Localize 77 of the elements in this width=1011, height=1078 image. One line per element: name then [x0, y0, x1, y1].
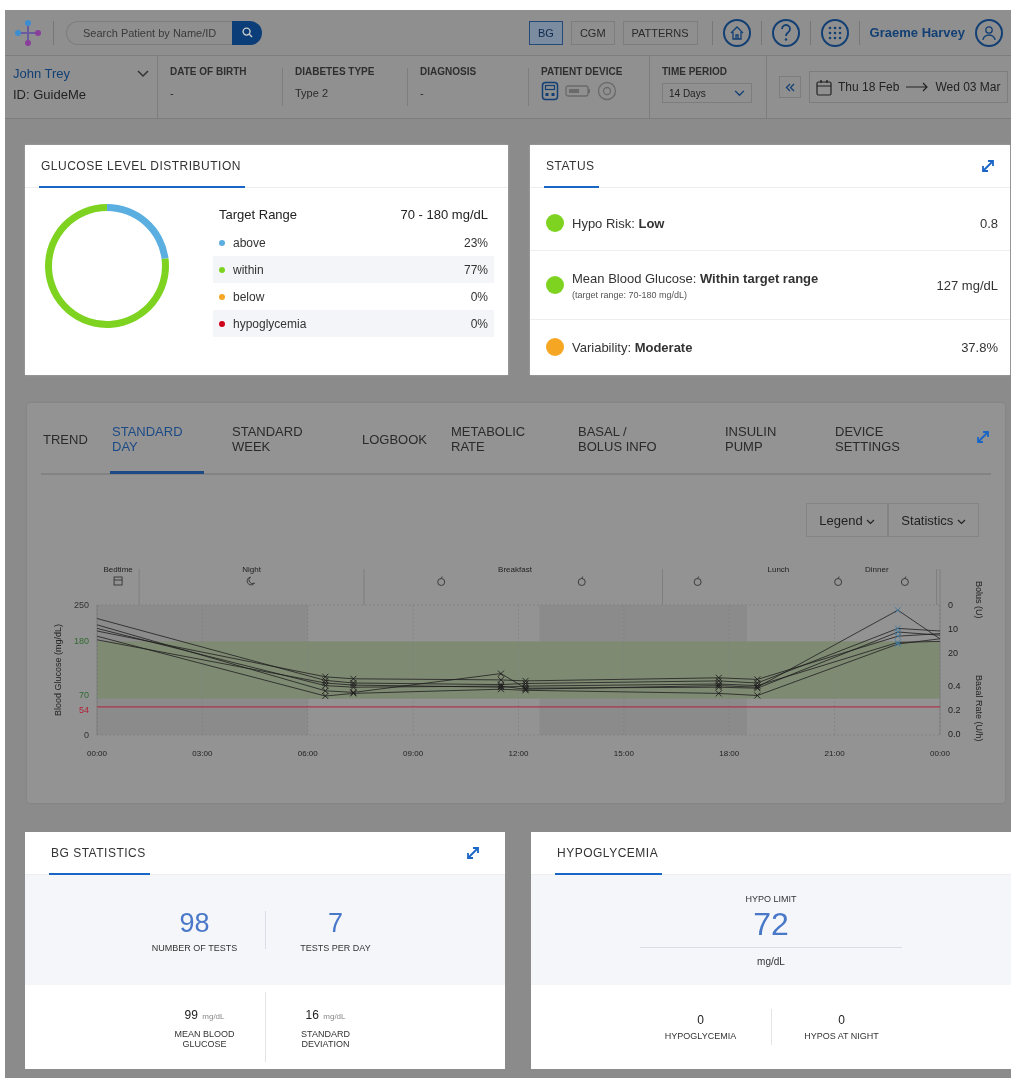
- legend-value: 0%: [470, 316, 488, 331]
- x-tick-label: 03:00: [192, 749, 213, 758]
- x-tick-label: 18:00: [719, 749, 740, 758]
- card-title: HYPOGLYCEMIA: [555, 832, 661, 874]
- stat-label: MEAN BLOOD GLUCOSE: [173, 1029, 236, 1049]
- target-range-label: Target Range: [219, 206, 298, 222]
- period-label: Breakfast: [498, 565, 532, 574]
- status-value: 127 mg/dL: [936, 277, 998, 293]
- legend-value: 0%: [470, 289, 488, 304]
- x-tick-label: 00:00: [87, 749, 107, 758]
- legend-label: below: [233, 289, 265, 304]
- x-tick-label: 09:00: [403, 749, 424, 758]
- hypo-limit-unit: mg/dL: [757, 955, 785, 967]
- target-range-value: 70 - 180 mg/dL: [400, 206, 488, 222]
- legend-value: 77%: [463, 262, 488, 277]
- card-title: GLUCOSE LEVEL DISTRIBUTION: [39, 145, 243, 187]
- stat-label: TESTS PER DAY: [300, 942, 371, 953]
- stat-value: 16: [305, 1008, 319, 1022]
- basal-tick-label: 0.2: [948, 705, 961, 715]
- basal-tick-label: 0.0: [948, 729, 961, 739]
- field-label: DATE OF BIRTH: [170, 66, 248, 77]
- patient-id: ID: GuideMe: [13, 87, 87, 102]
- bolus-tick-label: 10: [948, 624, 958, 634]
- card-title: STATUS: [544, 145, 597, 187]
- field-value: -: [420, 87, 425, 99]
- period-label: Night: [242, 565, 261, 574]
- status-value: 0.8: [979, 215, 998, 231]
- start-date: Thu 18 Feb: [838, 80, 900, 94]
- field-label: TIME PERIOD: [662, 66, 728, 77]
- stat-value: 99: [184, 1008, 198, 1022]
- y-tick-label: 0: [84, 730, 89, 740]
- status-note: (target range: 70-180 mg/dL): [572, 289, 689, 300]
- stat-label: NUMBER OF TESTS: [151, 942, 238, 953]
- card-title: BG STATISTICS: [49, 832, 148, 874]
- stat-value: 0: [838, 1013, 845, 1027]
- field-label: DIABETES TYPE: [295, 66, 376, 77]
- status-label: Variability: Moderate: [572, 339, 694, 355]
- stat-value: 7: [328, 907, 343, 939]
- bolus-tick-label: 20: [948, 648, 958, 658]
- y-tick-label: 180: [73, 636, 89, 647]
- x-tick-label: 12:00: [508, 749, 529, 758]
- period-label: Bedtime: [103, 565, 133, 574]
- y-tick-label: 250: [73, 600, 89, 610]
- x-tick-label: 00:00: [930, 749, 950, 758]
- stat-unit: mg/dL: [323, 1012, 346, 1021]
- field-label: DIAGNOSIS: [420, 66, 478, 77]
- x-tick-label: 15:00: [613, 749, 634, 758]
- field-value: Type 2: [295, 87, 330, 99]
- y-tick-label: 70: [79, 689, 89, 700]
- legend-label: within: [233, 262, 264, 277]
- status-label: Hypo Risk: Low: [572, 215, 666, 231]
- stat-label: HYPOS AT NIGHT: [804, 1031, 879, 1041]
- field-value: -: [170, 87, 175, 99]
- basal-axis-title: Basal Rate (U/h): [974, 675, 984, 742]
- period-label: Lunch: [767, 565, 790, 574]
- hypo-limit-value: 72: [753, 905, 789, 943]
- legend-label: hypoglycemia: [233, 316, 307, 331]
- end-date: Wed 03 Mar: [935, 80, 1001, 94]
- basal-tick-label: 0.4: [948, 681, 961, 691]
- stat-label: STANDARD DEVIATION: [300, 1029, 351, 1049]
- period-label: Dinner: [865, 565, 889, 574]
- field-label: PATIENT DEVICE: [541, 66, 624, 77]
- stat-value: 98: [179, 907, 210, 939]
- bolus-axis-title: Bolus (U): [974, 581, 984, 619]
- hypo-limit-label: HYPO LIMIT: [745, 893, 797, 904]
- y-tick-label: 54: [79, 704, 89, 715]
- legend-label: above: [233, 235, 266, 250]
- x-tick-label: 06:00: [297, 749, 318, 758]
- y-axis-title: Blood Glucose (mg/dL): [53, 624, 63, 716]
- status-label: Mean Blood Glucose: Within target range: [572, 270, 820, 286]
- stat-unit: mg/dL: [202, 1012, 225, 1021]
- x-tick-label: 21:00: [824, 749, 845, 758]
- stat-label: HYPOGLYCEMIA: [664, 1031, 737, 1041]
- legend-value: 23%: [463, 235, 488, 250]
- status-value: 37.8%: [961, 339, 998, 355]
- bolus-tick-label: 0: [948, 600, 953, 610]
- stat-value: 0: [697, 1013, 704, 1027]
